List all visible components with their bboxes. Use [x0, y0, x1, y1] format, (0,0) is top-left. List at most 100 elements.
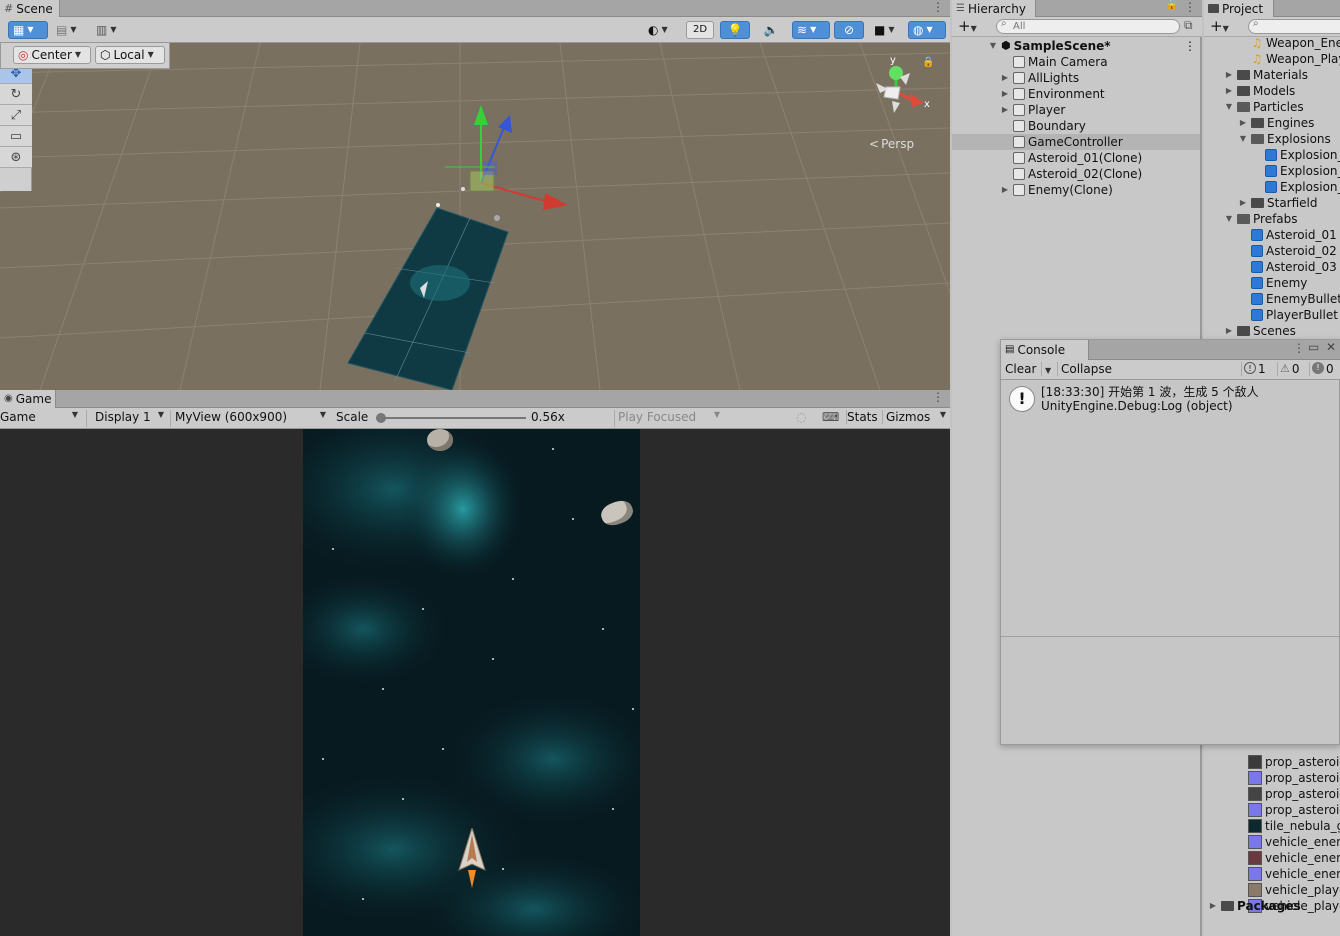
add-icon[interactable]: +▼	[958, 17, 977, 38]
hierarchy-search-input[interactable]	[996, 19, 1180, 34]
tab-project[interactable]: Project	[1204, 0, 1274, 17]
project-asset[interactable]: vehicle_enem	[1248, 834, 1340, 850]
project-item[interactable]: Explosion_E	[1252, 163, 1340, 179]
mute-audio-icon[interactable]: ◌	[796, 410, 806, 424]
expand-arrow-icon[interactable]: ▼	[1224, 211, 1234, 227]
project-item[interactable]: ▶ Scenes	[1224, 323, 1296, 339]
hierarchy-item[interactable]: ▶ Player	[952, 102, 1200, 118]
expand-arrow-icon[interactable]: ▶	[1000, 86, 1010, 102]
rect-tool-button[interactable]: ▭	[0, 126, 32, 147]
project-item[interactable]: Explosion_A	[1252, 147, 1340, 163]
toggle-2d-button[interactable]: 2D	[686, 21, 714, 39]
render-mode-button[interactable]: ▤ ▼	[52, 21, 88, 39]
effects-toggle[interactable]: ≋ ▼	[792, 21, 830, 39]
play-mode-dropdown[interactable]: Play Focused ▼	[614, 410, 722, 427]
log-count-toggle[interactable]: ! 1	[1241, 362, 1266, 376]
project-asset[interactable]: vehicle_playe	[1248, 882, 1340, 898]
clear-options-icon[interactable]: ▼	[1041, 362, 1051, 376]
hierarchy-item[interactable]: ▶ Enemy(Clone)	[952, 182, 1200, 198]
project-item[interactable]: ▼ Particles	[1224, 99, 1304, 115]
hierarchy-item[interactable]: Main Camera	[952, 54, 1200, 70]
game-panel-menu-icon[interactable]: ⋮	[932, 390, 944, 404]
scene-viewport[interactable]: ✋ ✥ ↻ ⤢ ▭ ⊛ ◎ Center ▼ ⬡ Local ▼ y	[0, 43, 950, 390]
expand-arrow-icon[interactable]: ▶	[1224, 83, 1234, 99]
project-item[interactable]: ▶ Materials	[1224, 67, 1308, 83]
tab-scene[interactable]: # Scene	[0, 0, 60, 17]
expand-arrow-icon[interactable]: ▶	[1238, 115, 1248, 131]
rotate-tool-button[interactable]: ↻	[0, 84, 32, 105]
audio-mode-button[interactable]: ▥ ▼	[92, 21, 126, 39]
project-item[interactable]: Asteroid_01	[1238, 227, 1337, 243]
hidden-objects-toggle[interactable]: ⊘	[834, 21, 864, 39]
project-item[interactable]: Explosion_P	[1252, 179, 1340, 195]
audio-toggle[interactable]: 🔈	[756, 21, 786, 39]
hierarchy-item[interactable]: ▶ Environment	[952, 86, 1200, 102]
console-log-entry[interactable]: ! [18:33:30] 开始第 1 波，生成 5 个敌人 UnityEngin…	[1001, 382, 1339, 416]
scene-menu-icon[interactable]: ⋮	[1184, 38, 1196, 54]
display-dropdown[interactable]: Display 1 ▼	[86, 410, 168, 427]
project-item[interactable]: ▼ Explosions	[1238, 131, 1331, 147]
resolution-dropdown[interactable]: MyView (600x900) ▼	[170, 410, 330, 427]
hierarchy-item[interactable]: ▶ AllLights	[952, 70, 1200, 86]
project-item[interactable]: ▶ Models	[1224, 83, 1295, 99]
console-detail-divider[interactable]	[1001, 636, 1339, 637]
clear-button[interactable]: Clear	[1005, 362, 1036, 376]
game-viewport[interactable]	[0, 429, 950, 936]
project-asset[interactable]: prop_asteroid	[1248, 770, 1340, 786]
project-asset[interactable]: prop_asteroid	[1248, 802, 1340, 818]
scale-slider-handle[interactable]	[376, 413, 386, 423]
project-item[interactable]: ♫Weapon_Playe	[1238, 51, 1340, 67]
lock-icon[interactable]: 🔒	[922, 57, 934, 68]
maximize-icon[interactable]: ▭	[1308, 340, 1319, 354]
project-asset[interactable]: vehicle_enem	[1248, 866, 1340, 882]
project-item[interactable]: PlayerBullet	[1238, 307, 1338, 323]
scene-root-row[interactable]: ▼ ⬢ SampleScene* ⋮	[988, 38, 1198, 54]
expand-arrow-icon[interactable]: ▶	[1208, 898, 1218, 914]
scale-tool-button[interactable]: ⤢	[0, 105, 32, 126]
expand-arrow-icon[interactable]: ▼	[988, 38, 998, 54]
draw-mode-button[interactable]: ▦ ▼	[8, 21, 48, 39]
project-add-icon[interactable]: +▼	[1210, 17, 1229, 38]
expand-arrow-icon[interactable]: ▶	[1000, 182, 1010, 198]
project-item[interactable]: ▶ Engines	[1238, 115, 1314, 131]
search-filter-icon[interactable]: ⧉	[1184, 18, 1193, 33]
tab-console[interactable]: ▤ Console	[1001, 340, 1089, 360]
camera-settings-button[interactable]: ■ ▼	[870, 21, 904, 39]
project-asset[interactable]: prop_asteroid	[1248, 786, 1340, 802]
hierarchy-lock-icon[interactable]: 🔒	[1166, 0, 1178, 11]
tab-game[interactable]: ◉ Game	[0, 390, 56, 408]
project-item[interactable]: Enemy	[1238, 275, 1307, 291]
hierarchy-menu-icon[interactable]: ⋮	[1184, 0, 1196, 14]
collapse-button[interactable]: Collapse	[1057, 362, 1112, 376]
space-local-button[interactable]: ⬡ Local ▼	[95, 46, 165, 64]
gizmos-toggle[interactable]: ◍ ▼	[908, 21, 946, 39]
project-item[interactable]: ▶ Starfield	[1238, 195, 1318, 211]
project-asset[interactable]: vehicle_enem	[1248, 850, 1340, 866]
expand-arrow-icon[interactable]: ▼	[1238, 131, 1248, 147]
pivot-center-button[interactable]: ◎ Center ▼	[13, 46, 91, 64]
stats-button[interactable]: Stats	[846, 410, 878, 424]
transform-tool-button[interactable]: ⊛	[0, 147, 32, 168]
tab-hierarchy[interactable]: ☰ Hierarchy	[952, 0, 1036, 17]
hierarchy-item[interactable]: GameController	[952, 134, 1200, 150]
console-menu-icon[interactable]: ⋮	[1293, 341, 1305, 355]
close-icon[interactable]: ✕	[1326, 340, 1336, 354]
hierarchy-item[interactable]: Asteroid_01(Clone)	[952, 150, 1200, 166]
project-search-input[interactable]	[1248, 19, 1340, 34]
project-item[interactable]: ▼ Prefabs	[1224, 211, 1298, 227]
expand-arrow-icon[interactable]: ▼	[1224, 99, 1234, 115]
hierarchy-item[interactable]: Asteroid_02(Clone)	[952, 166, 1200, 182]
shortcuts-icon[interactable]: ⌨	[822, 410, 839, 424]
project-item[interactable]: Asteroid_03	[1238, 259, 1337, 275]
game-view-dropdown[interactable]: Game ▼	[0, 410, 82, 427]
hierarchy-item[interactable]: Boundary	[952, 118, 1200, 134]
game-render[interactable]	[303, 429, 640, 936]
scale-slider[interactable]	[376, 412, 526, 424]
expand-arrow-icon[interactable]: ▶	[1224, 67, 1234, 83]
projection-toggle[interactable]: < Persp	[869, 137, 914, 151]
warning-count-toggle[interactable]: ⚠ 0	[1277, 362, 1300, 376]
expand-arrow-icon[interactable]: ▶	[1000, 102, 1010, 118]
panel-menu-icon[interactable]: ⋮	[932, 0, 944, 14]
expand-arrow-icon[interactable]: ▶	[1238, 195, 1248, 211]
expand-arrow-icon[interactable]: ▶	[1224, 323, 1234, 339]
